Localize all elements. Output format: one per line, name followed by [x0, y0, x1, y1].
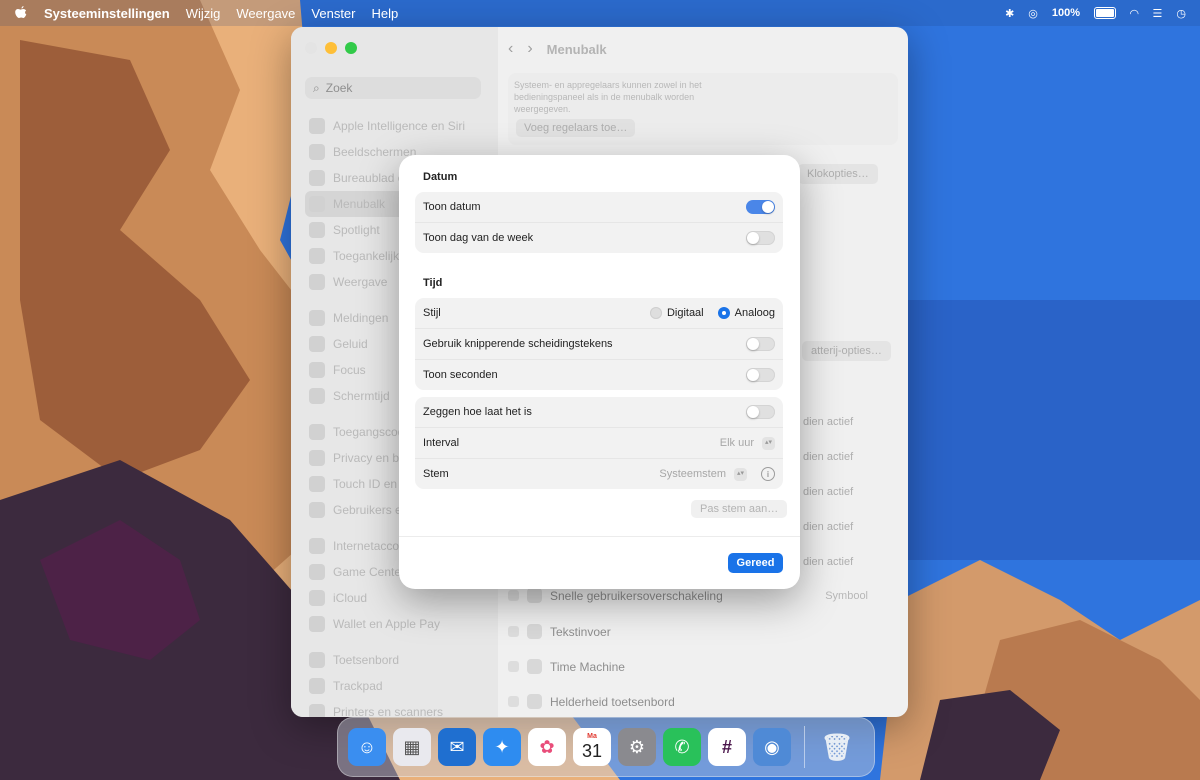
announce-group: Zeggen hoe laat het is Interval Elk uur …: [415, 397, 783, 489]
show-seconds-toggle[interactable]: [746, 368, 775, 382]
voice-value: Systeemstem: [659, 468, 726, 480]
announce-time-label: Zeggen hoe laat het is: [423, 406, 532, 418]
menu-app-name[interactable]: Systeeminstellingen: [40, 6, 178, 21]
dock: ☺ ▦ ✉ ✦ ✿ Ma 31 ⚙ ✆ # ◉ 🗑: [337, 717, 875, 777]
done-button[interactable]: Gereed: [728, 553, 783, 573]
bluetooth-icon[interactable]: ✱: [1005, 7, 1014, 20]
outlook-icon[interactable]: ✉: [438, 728, 476, 766]
control-center-icon[interactable]: ☰: [1153, 7, 1163, 20]
blink-separators-row: Gebruik knipperende scheidingstekens: [415, 329, 783, 360]
whatsapp-icon[interactable]: ✆: [663, 728, 701, 766]
clock-options-sheet: Datum Toon datum Toon dag van de week Ti…: [399, 155, 800, 589]
style-label: Stijl: [423, 307, 441, 319]
airdrop-icon[interactable]: ◎: [1028, 7, 1038, 20]
battery-icon[interactable]: [1094, 7, 1117, 19]
voice-row: Stem Systeemstem ▴▾ i: [415, 459, 783, 489]
style-radio-group: Digitaal Analoog: [649, 307, 775, 319]
radio-analog-label: Analoog: [734, 307, 775, 319]
show-date-toggle[interactable]: [746, 200, 775, 214]
menu-weergave[interactable]: Weergave: [228, 6, 303, 21]
finder-icon[interactable]: ☺: [348, 728, 386, 766]
interval-label: Interval: [423, 437, 460, 449]
time-section-title: Tijd: [423, 277, 443, 289]
date-group: Toon datum Toon dag van de week: [415, 192, 783, 253]
blink-separators-toggle[interactable]: [746, 337, 775, 351]
radio-digital-label: Digitaal: [666, 307, 704, 319]
radio-digital[interactable]: Digitaal: [649, 307, 704, 319]
menu-venster[interactable]: Venster: [303, 6, 363, 21]
show-weekday-toggle[interactable]: [746, 231, 775, 245]
voice-popup[interactable]: Systeemstem ▴▾: [659, 467, 747, 481]
radio-analog[interactable]: Analoog: [717, 307, 775, 319]
show-date-label: Toon datum: [423, 201, 481, 213]
show-weekday-label: Toon dag van de week: [423, 232, 534, 244]
apple-logo-icon[interactable]: [0, 5, 40, 21]
voice-label: Stem: [423, 468, 449, 480]
menu-bar: Systeeminstellingen Wijzig Weergave Vens…: [0, 0, 1200, 26]
popup-chevron-icon: ▴▾: [762, 436, 775, 450]
photos-icon[interactable]: ✿: [528, 728, 566, 766]
interval-popup[interactable]: Elk uur ▴▾: [719, 436, 775, 450]
battery-percentage[interactable]: 100%: [1052, 7, 1080, 19]
show-date-row: Toon datum: [415, 192, 783, 223]
popup-chevron-icon: ▴▾: [734, 467, 747, 481]
interval-value: Elk uur: [719, 437, 754, 449]
radio-digital-button[interactable]: [649, 307, 662, 319]
style-row: Stijl Digitaal Analoog: [415, 298, 783, 329]
radio-analog-button[interactable]: [717, 307, 730, 319]
clock-icon[interactable]: ◷: [1176, 7, 1186, 20]
system-settings-icon[interactable]: ⚙: [618, 728, 656, 766]
announce-time-toggle[interactable]: [746, 405, 775, 419]
show-seconds-row: Toon seconden: [415, 360, 783, 390]
dock-separator: [804, 726, 805, 768]
calendar-day: 31: [581, 741, 603, 761]
calendar-month: Ma: [587, 733, 597, 740]
interval-row: Interval Elk uur ▴▾: [415, 428, 783, 459]
wifi-icon[interactable]: ◠: [1130, 7, 1138, 20]
launchpad-icon[interactable]: ▦: [393, 728, 431, 766]
customize-voice-button[interactable]: Pas stem aan…: [691, 500, 788, 518]
sheet-divider: [399, 536, 800, 537]
announce-time-row: Zeggen hoe laat het is: [415, 397, 783, 428]
time-group: Stijl Digitaal Analoog Gebruik knipperen…: [415, 298, 783, 390]
storage-app-icon[interactable]: ◉: [753, 728, 791, 766]
info-icon[interactable]: i: [761, 467, 775, 481]
menu-help[interactable]: Help: [364, 6, 407, 21]
show-seconds-label: Toon seconden: [423, 369, 498, 381]
slack-icon[interactable]: #: [708, 728, 746, 766]
trash-icon[interactable]: 🗑: [818, 728, 856, 766]
blink-separators-label: Gebruik knipperende scheidingstekens: [423, 338, 613, 350]
show-weekday-row: Toon dag van de week: [415, 223, 783, 253]
calendar-icon[interactable]: Ma 31: [573, 728, 611, 766]
date-section-title: Datum: [423, 171, 458, 183]
safari-icon[interactable]: ✦: [483, 728, 521, 766]
menu-wijzig[interactable]: Wijzig: [178, 6, 229, 21]
